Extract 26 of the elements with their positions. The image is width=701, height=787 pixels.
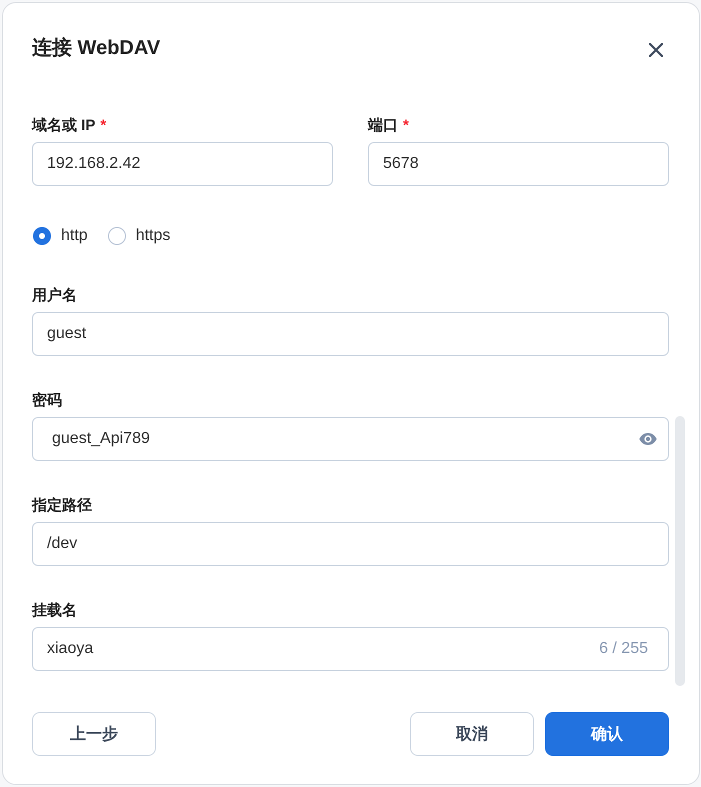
required-mark: * <box>100 116 106 136</box>
radio-button[interactable] <box>108 227 126 245</box>
field-label: 域名或 IP <box>32 116 96 136</box>
character-counter: 6 / 255 <box>599 640 648 658</box>
confirm-button[interactable]: 确认 <box>545 712 669 756</box>
dialog-title: 连接 WebDAV <box>32 36 160 61</box>
field-label: 用户名 <box>32 286 77 306</box>
scrollbar-thumb[interactable] <box>675 416 685 686</box>
field-label: 指定路径 <box>32 496 92 516</box>
radio-label[interactable]: https <box>136 226 170 246</box>
password-field[interactable]: guest_Api789 <box>32 417 669 461</box>
back-button[interactable]: 上一步 <box>32 712 156 756</box>
input-field[interactable]: 192.168.2.42 <box>32 142 333 186</box>
radio-label[interactable]: http <box>61 226 88 246</box>
field-label: 端口 <box>368 116 398 136</box>
cancel-button[interactable]: 取消 <box>410 712 534 756</box>
close-icon[interactable] <box>649 43 663 57</box>
input-field[interactable]: 5678 <box>368 142 669 186</box>
eye-icon[interactable] <box>639 433 657 445</box>
field-label: 挂载名 <box>32 601 77 621</box>
input-field[interactable]: xiaoya 6 / 255 <box>32 627 669 671</box>
field-label: 密码 <box>32 391 62 411</box>
radio-button[interactable] <box>33 227 51 245</box>
required-mark: * <box>403 116 409 136</box>
input-field[interactable]: /dev <box>32 522 669 566</box>
input-field[interactable]: guest <box>32 312 669 356</box>
